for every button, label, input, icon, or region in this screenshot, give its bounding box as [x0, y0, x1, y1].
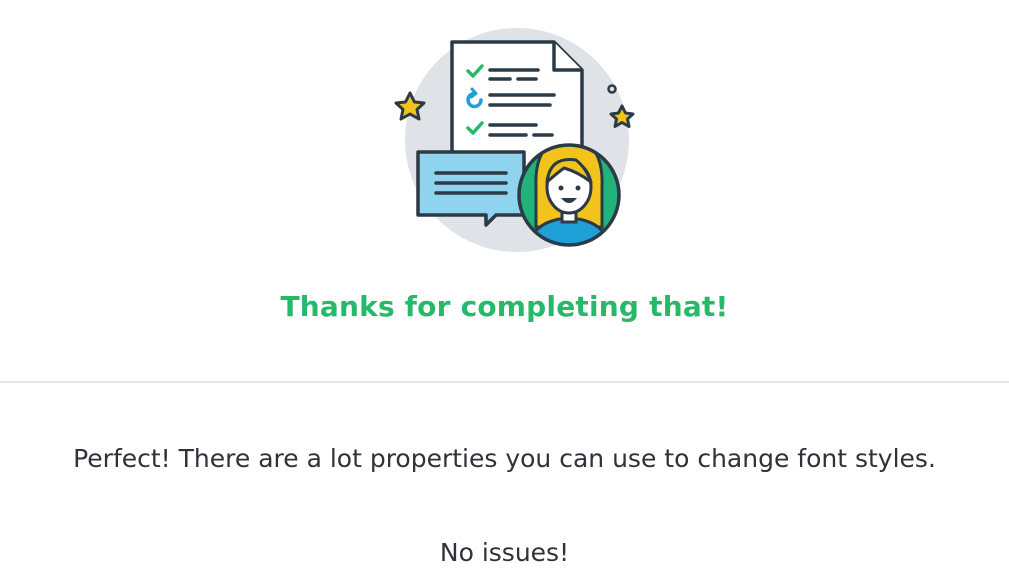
checklist-with-avatar-illustration: [386, 22, 646, 262]
chat-bubble-icon: [416, 150, 526, 227]
success-title: Thanks for completing that!: [280, 290, 729, 323]
completion-page: Thanks for completing that! Perfect! The…: [0, 0, 1009, 585]
feedback-message: Perfect! There are a lot properties you …: [73, 444, 936, 473]
divider: [0, 381, 1009, 383]
status-message: No issues!: [439, 538, 570, 567]
